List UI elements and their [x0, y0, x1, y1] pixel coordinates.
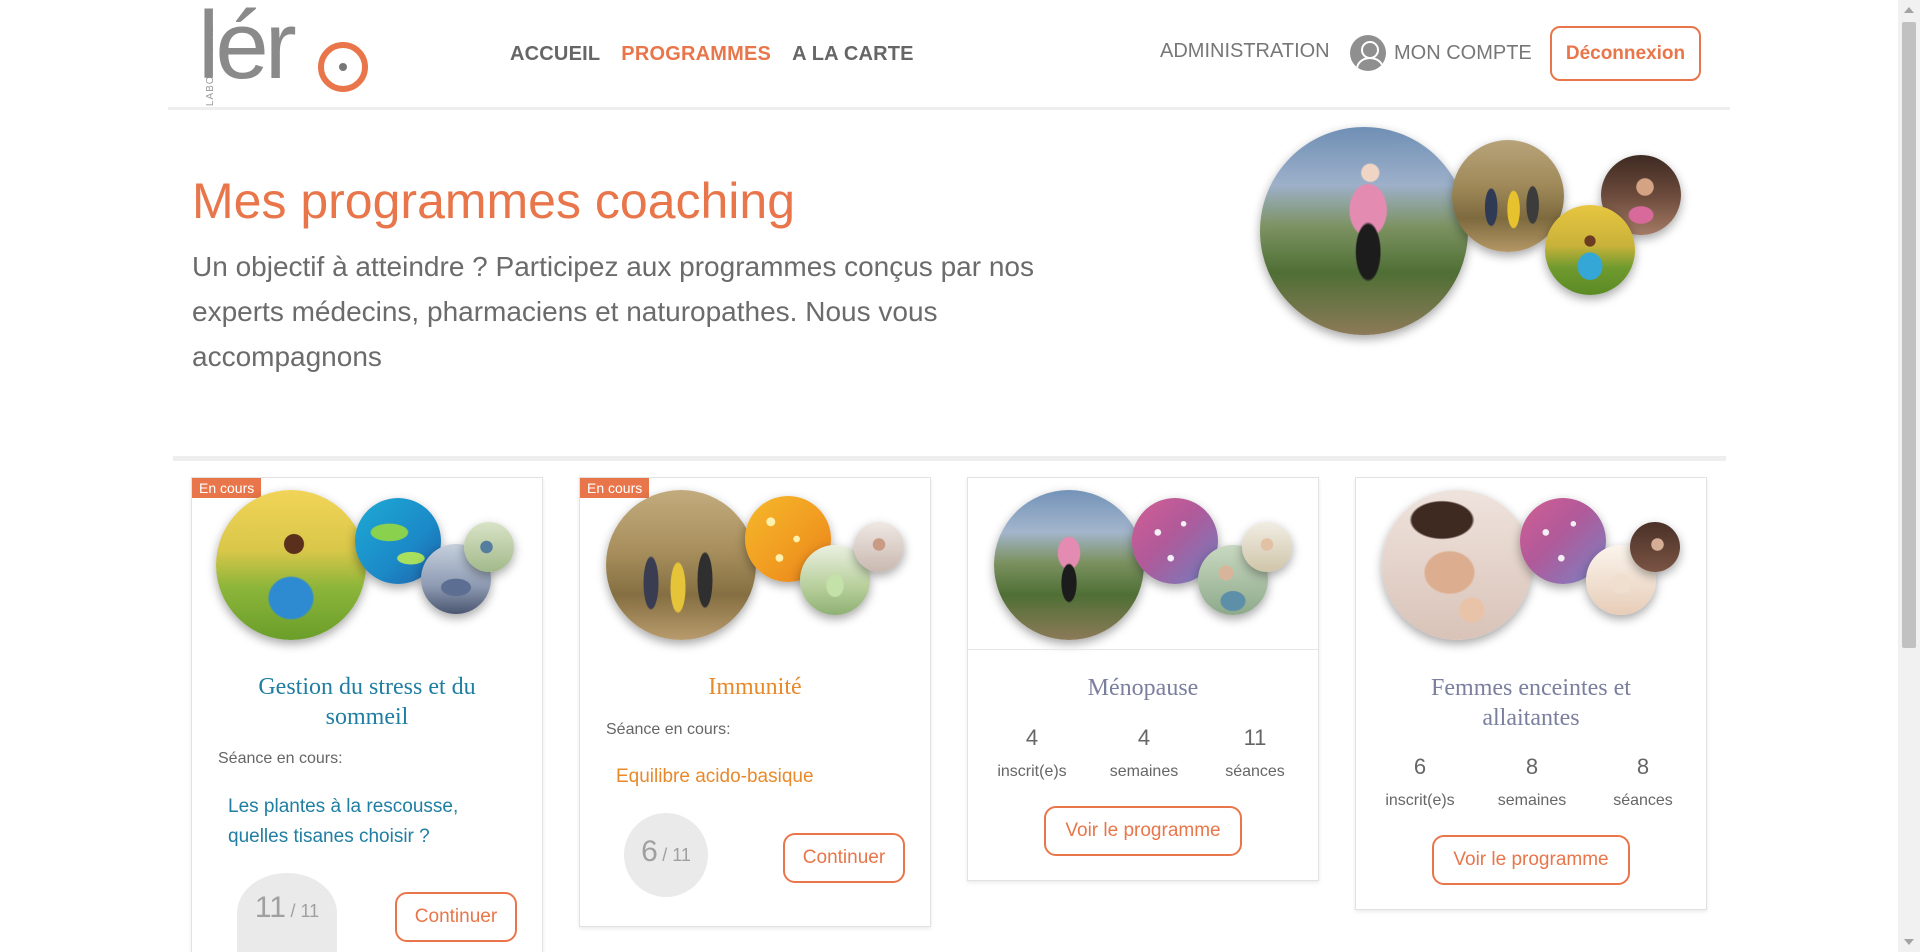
stat-value: 11 [1243, 725, 1267, 750]
account-label: MON COMPTE [1394, 41, 1532, 64]
progress-indicator: 6 / 11 [624, 813, 708, 897]
program-family-photo [606, 490, 756, 640]
continue-button[interactable]: Continuer [783, 833, 905, 883]
progress-current: 11 [254, 891, 286, 924]
stat-label: séances [1613, 792, 1673, 809]
program-title[interactable]: Immunité [580, 672, 930, 702]
session-label: Séance en cours: [218, 750, 343, 767]
stat-label: semaines [1109, 763, 1179, 780]
stat-weeks: 4 semaines [1089, 725, 1199, 781]
logout-button[interactable]: Déconnexion [1550, 26, 1701, 81]
nav-programs[interactable]: PROGRAMMES [621, 43, 771, 66]
stat-enrolled: 6 inscrit(e)s [1365, 754, 1475, 810]
stat-label: séances [1225, 763, 1285, 780]
account-menu[interactable]: MON COMPTE [1350, 35, 1532, 71]
lero-logo[interactable]: LABORATOIRE lér [192, 0, 378, 106]
program-card-stress[interactable]: En cours Gestion du stress et du sommeil… [191, 477, 543, 952]
stat-sessions: 11 séances [1200, 725, 1310, 781]
stat-label: inscrit(e)s [1385, 792, 1455, 809]
card-divider [968, 649, 1318, 650]
logo-o-circle [318, 42, 368, 92]
hero-meditation-photo [1545, 205, 1635, 295]
main-nav: ACCUEIL PROGRAMMES A LA CARTE [510, 43, 914, 66]
stat-enrolled: 4 inscrit(e)s [977, 725, 1087, 781]
stat-value: 4 [1137, 725, 1151, 750]
progress-total: / 11 [662, 845, 691, 865]
logo-word: lér [198, 0, 297, 99]
stat-value: 4 [1025, 725, 1039, 750]
program-elderly-photo [854, 522, 904, 572]
stat-label: semaines [1497, 792, 1567, 809]
stat-weeks: 8 semaines [1477, 754, 1587, 810]
continue-button[interactable]: Continuer [395, 892, 517, 942]
current-session-link[interactable]: Les plantes à la rescousse, quelles tisa… [228, 792, 508, 852]
stat-label: inscrit(e)s [997, 763, 1067, 780]
session-label: Séance en cours: [606, 721, 731, 738]
progress-indicator: 11 / 11 [237, 873, 337, 952]
program-meditation-photo [216, 490, 366, 640]
current-session-link[interactable]: Equilibre acido-basique [616, 762, 896, 792]
page-intro: Un objectif à atteindre ? Participez aux… [192, 251, 1034, 372]
program-card-pregnancy[interactable]: Femmes enceintes et allaitantes 6 inscri… [1355, 477, 1707, 910]
progress-current: 6 [641, 835, 658, 868]
section-divider [173, 456, 1726, 461]
program-card-immunite[interactable]: En cours Immunité Séance en cours: Equil… [579, 477, 931, 927]
view-program-button[interactable]: Voir le programme [1432, 835, 1630, 885]
progress-total: / 11 [290, 901, 320, 921]
stat-value: 8 [1525, 754, 1539, 779]
scroll-down-arrow-icon[interactable] [1904, 939, 1914, 945]
view-program-button[interactable]: Voir le programme [1044, 806, 1242, 856]
program-title[interactable]: Ménopause [968, 673, 1318, 703]
page-scrollbar[interactable] [1898, 0, 1920, 952]
stat-value: 6 [1413, 754, 1427, 779]
program-tea-photo [464, 522, 514, 572]
nav-a-la-carte[interactable]: A LA CARTE [792, 43, 914, 66]
nav-administration[interactable]: ADMINISTRATION [1160, 40, 1330, 63]
stat-sessions: 8 séances [1588, 754, 1698, 810]
hero-hiker-photo [1260, 127, 1468, 335]
stat-value: 8 [1636, 754, 1650, 779]
program-smile-photo [1242, 522, 1292, 572]
program-card-menopause[interactable]: Ménopause 4 inscrit(e)s 4 semaines 11 sé… [967, 477, 1319, 881]
site-header: LABORATOIRE lér ACCUEIL PROGRAMMES A LA … [168, 0, 1730, 110]
page-title: Mes programmes coaching [192, 173, 796, 229]
nav-home[interactable]: ACCUEIL [510, 43, 600, 66]
program-hiker-photo [994, 490, 1144, 640]
user-icon [1350, 35, 1386, 71]
status-badge: En cours [192, 478, 262, 498]
program-title[interactable]: Gestion du stress et du sommeil [192, 672, 542, 732]
status-badge: En cours [580, 478, 650, 498]
program-portrait-photo [1630, 522, 1680, 572]
scroll-up-arrow-icon[interactable] [1904, 7, 1914, 13]
program-title[interactable]: Femmes enceintes et allaitantes [1356, 673, 1706, 733]
scrollbar-thumb[interactable] [1902, 22, 1916, 648]
program-mother-baby-photo [1382, 490, 1532, 640]
